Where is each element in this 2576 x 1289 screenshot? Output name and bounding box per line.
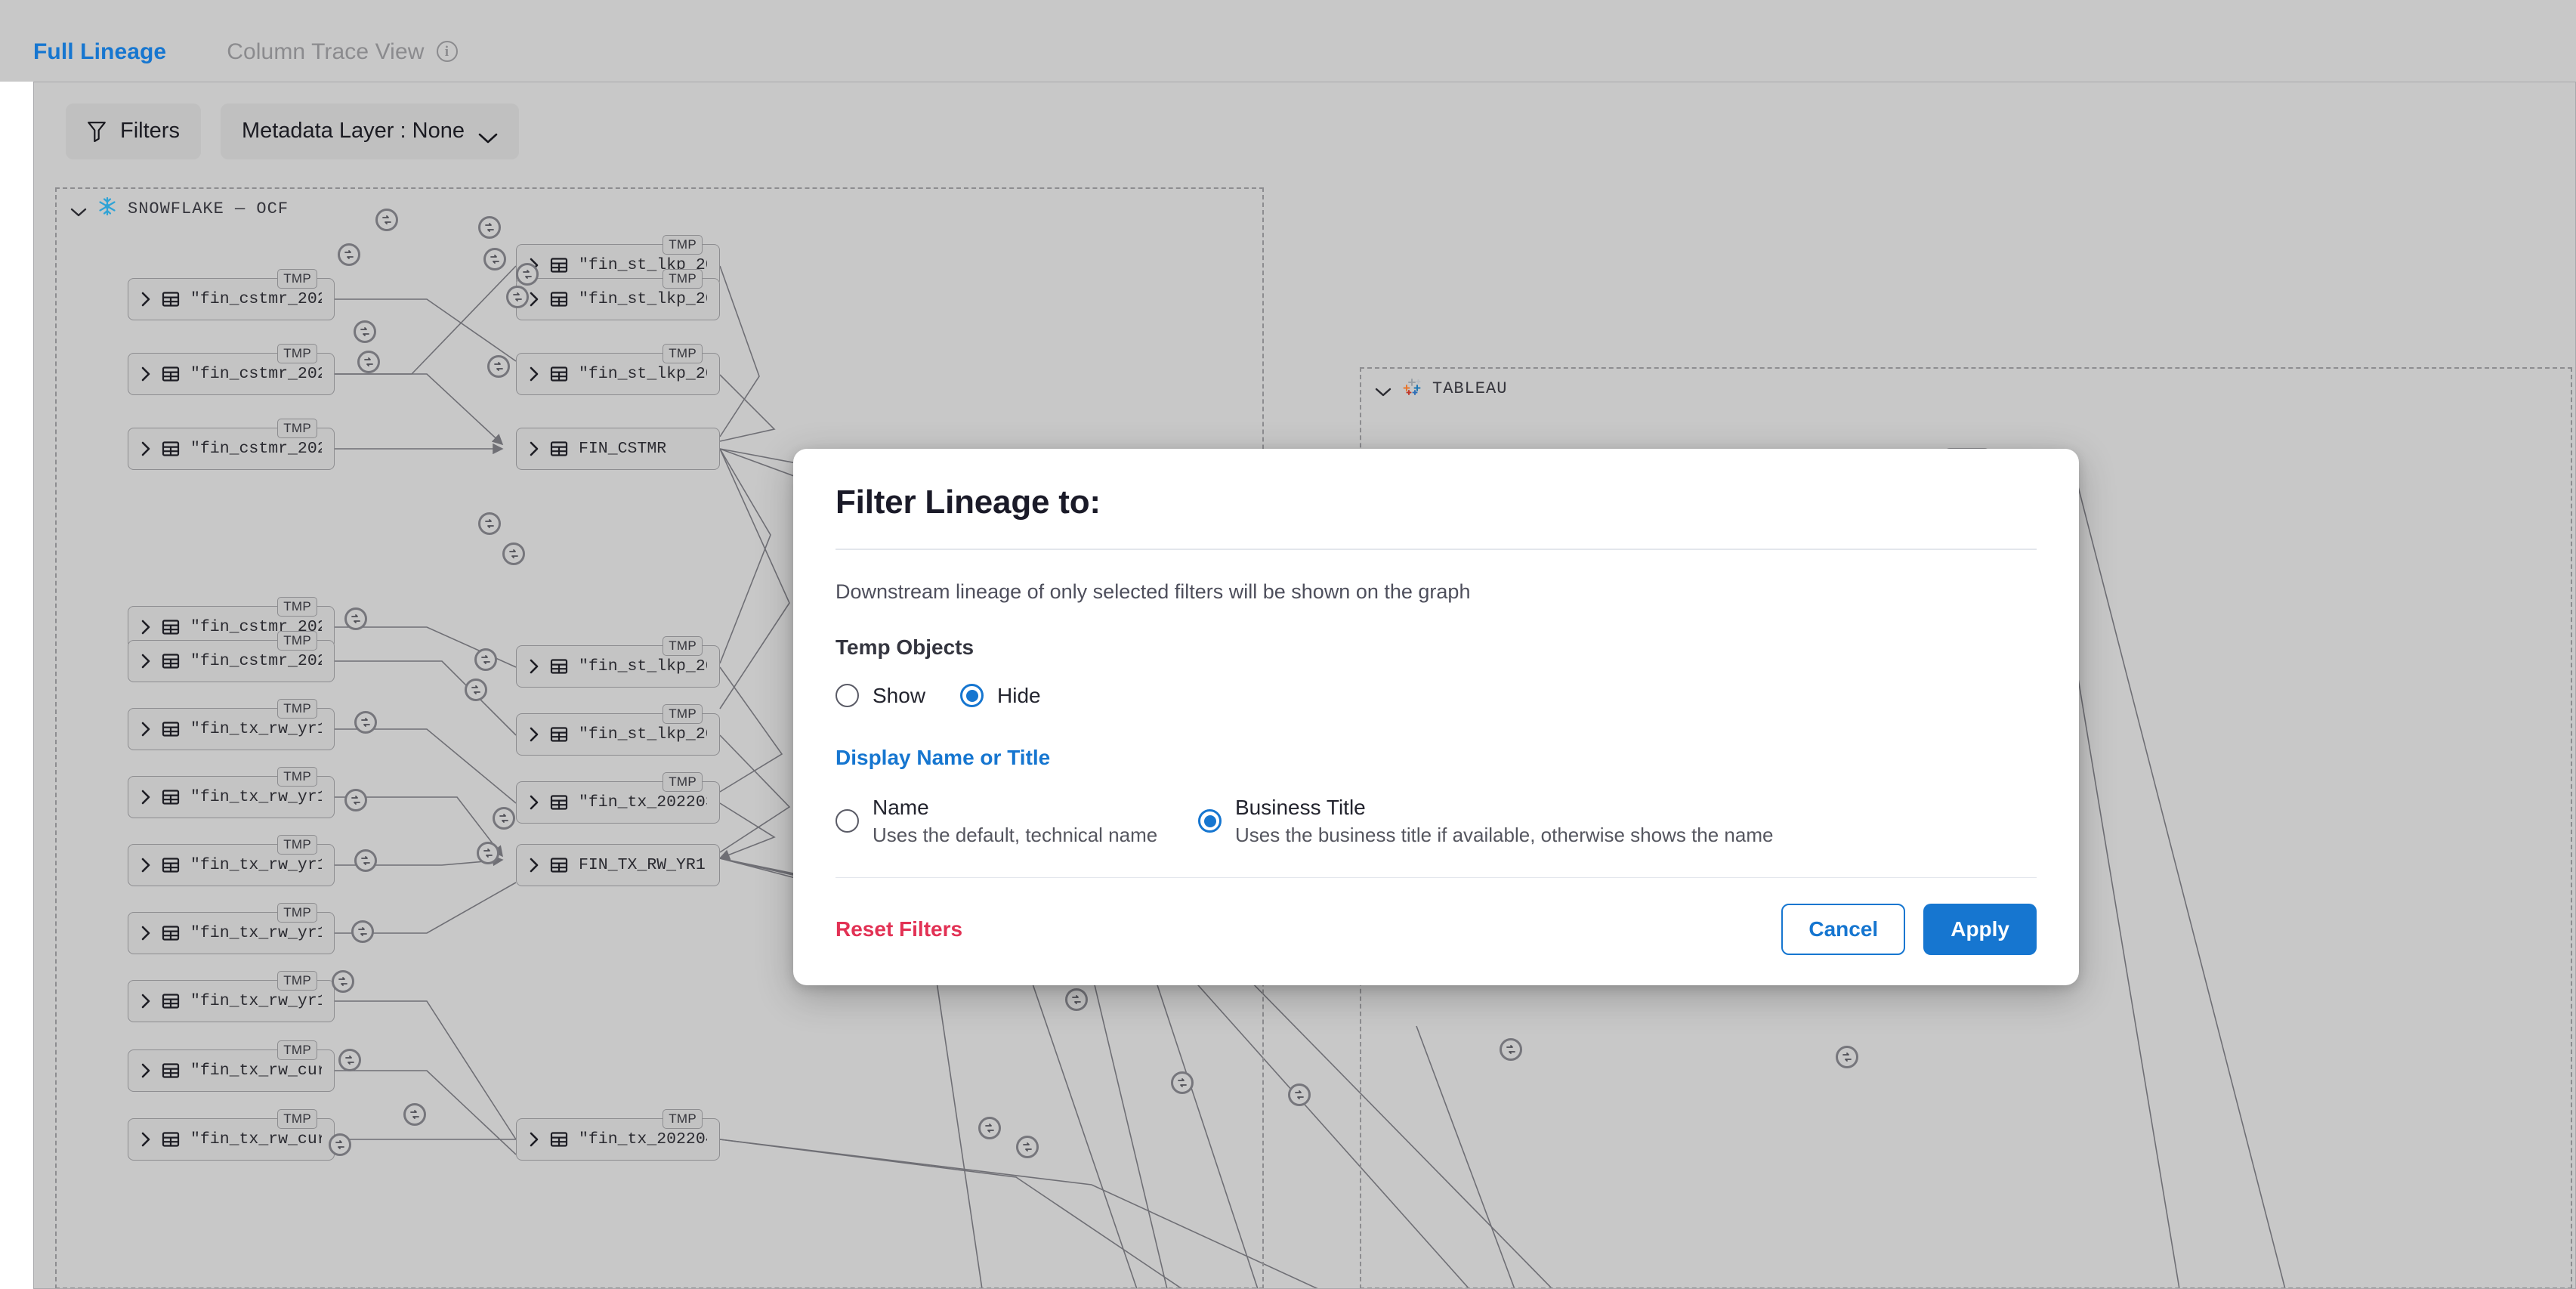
radio-label: Show — [873, 683, 926, 707]
temp-objects-radio-group: Show Hide — [836, 684, 2037, 708]
radio-subtitle: Uses the business title if available, ot… — [1235, 823, 1774, 846]
reset-filters-button[interactable]: Reset Filters — [836, 917, 962, 941]
radio-subtitle: Uses the default, technical name — [873, 823, 1158, 846]
radio-temp-objects-show[interactable]: Show — [836, 684, 925, 708]
radio-title: Name — [873, 795, 929, 819]
radio-temp-objects-hide[interactable]: Hide — [960, 684, 1041, 708]
display-name-or-title-label[interactable]: Display Name or Title — [836, 746, 2037, 770]
radio-business-title[interactable]: Business Title Uses the business title i… — [1198, 796, 2037, 847]
modal-scrim: Filter Lineage to: Downstream lineage of… — [0, 0, 2576, 1289]
temp-objects-label: Temp Objects — [836, 635, 974, 659]
apply-button[interactable]: Apply — [1923, 904, 2037, 956]
cancel-button[interactable]: Cancel — [1781, 904, 1906, 956]
radio-indicator[interactable] — [1198, 809, 1222, 833]
radio-texts: Name Uses the default, technical name — [873, 796, 1157, 847]
display-name-radio-group: Name Uses the default, technical name Bu… — [836, 796, 2037, 847]
filter-lineage-dialog: Filter Lineage to: Downstream lineage of… — [793, 449, 2079, 986]
dialog-title: Filter Lineage to: — [836, 484, 1101, 521]
radio-indicator[interactable] — [960, 684, 984, 707]
radio-title: Business Title — [1235, 795, 1366, 819]
dialog-description: Downstream lineage of only selected filt… — [836, 580, 1471, 603]
radio-indicator[interactable] — [836, 809, 859, 833]
dialog-actions: Cancel Apply — [1781, 904, 2037, 956]
radio-indicator[interactable] — [836, 684, 859, 707]
dialog-footer: Reset Filters Cancel Apply — [793, 878, 2079, 985]
radio-texts: Business Title Uses the business title i… — [1235, 796, 1773, 847]
dialog-body: Downstream lineage of only selected filt… — [793, 550, 2079, 847]
radio-label: Hide — [997, 683, 1041, 707]
app-root: Full Lineage Column Trace View i Filters… — [0, 0, 2576, 1289]
radio-display-name[interactable]: Name Uses the default, technical name — [836, 796, 1198, 847]
